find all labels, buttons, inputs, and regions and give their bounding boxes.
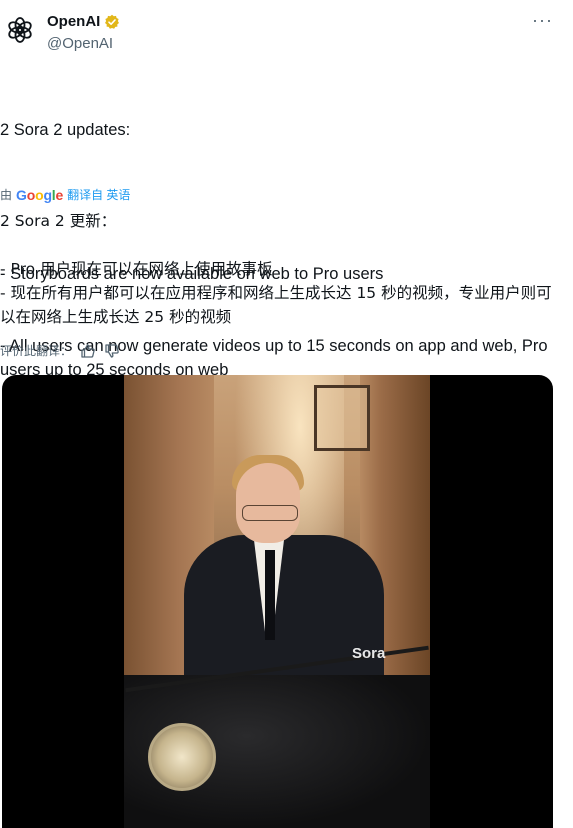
rate-translation-row: 评价此翻译： [0, 342, 120, 359]
translated-line: - Pro 用户现在可以在网络上使用故事板 [0, 260, 273, 278]
google-letter: o [26, 186, 36, 203]
translated-line: 2 Sora 2 更新： [0, 212, 117, 230]
translated-by-row: 由 Google 翻译自 英语 [0, 186, 130, 203]
more-options-icon[interactable]: ··· [532, 10, 553, 31]
man-glasses [242, 505, 298, 521]
video-frame[interactable]: Sora [124, 375, 430, 828]
google-logo: Google [16, 187, 63, 203]
translated-line: - 现在所有用户都可以在应用程序和网络上生成长达 15 秒的视频，专业用户则可以… [0, 284, 552, 326]
motorcycle-headlamp [148, 723, 216, 791]
thumbs-up-icon[interactable] [80, 343, 96, 359]
video-media[interactable]: Sora [2, 375, 553, 828]
rate-translation-label: 评价此翻译： [0, 344, 73, 358]
verified-badge-icon [105, 14, 120, 29]
google-letter: g [43, 186, 52, 203]
tweet-header: OpenAI @OpenAI ··· [0, 0, 573, 60]
translated-body: 2 Sora 2 更新： - Pro 用户现在可以在网络上使用故事板 - 现在所… [0, 209, 560, 329]
translated-by-prefix: 由 [0, 188, 13, 202]
author-name-row[interactable]: OpenAI [47, 13, 120, 30]
google-letter: e [55, 186, 64, 203]
openai-logo-icon [8, 17, 32, 43]
author-display-name[interactable]: OpenAI [47, 13, 100, 30]
author-handle[interactable]: @OpenAI [47, 35, 113, 52]
google-letter: G [16, 186, 27, 203]
man-head [236, 463, 300, 543]
tweet-line: 2 Sora 2 updates: [0, 121, 131, 139]
thumbs-down-icon[interactable] [104, 343, 120, 359]
openai-avatar[interactable] [4, 14, 36, 46]
sora-watermark: Sora [352, 645, 386, 662]
alley-window [314, 385, 370, 451]
man-tie [265, 550, 275, 640]
translated-from-link[interactable]: 翻译自 英语 [67, 186, 130, 203]
